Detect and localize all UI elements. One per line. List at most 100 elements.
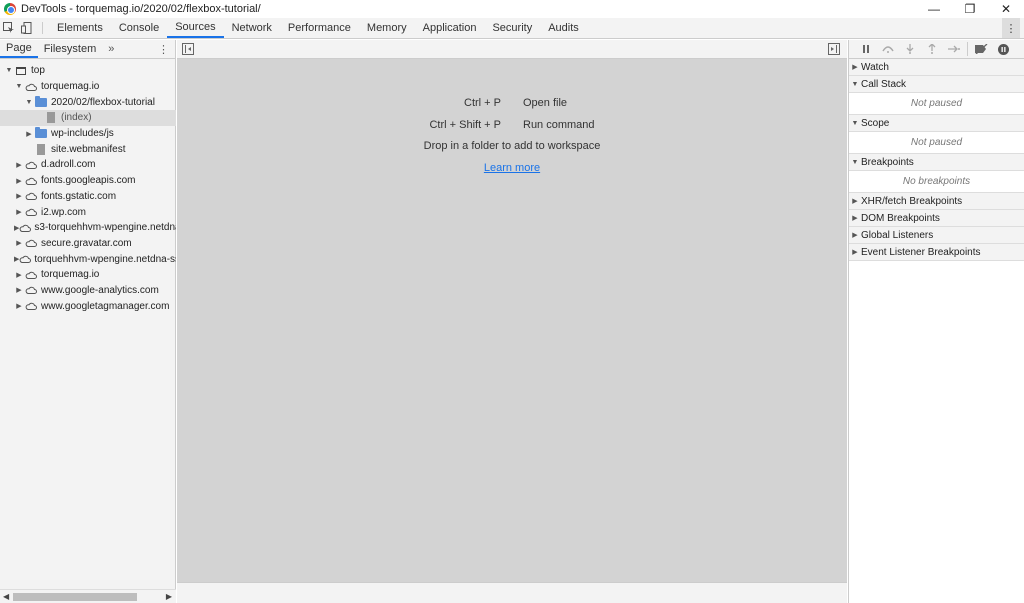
expand-right-icon[interactable]: ▶ xyxy=(14,208,24,216)
tree-item[interactable]: ▶ wp-includes/js xyxy=(0,126,176,142)
tree-item[interactable]: ▶site.webmanifest xyxy=(0,141,176,157)
step-into-icon[interactable] xyxy=(899,40,921,58)
more-tabs-button[interactable]: » xyxy=(102,40,120,58)
expand-right-icon[interactable]: ▶ xyxy=(14,177,24,185)
tree-item[interactable]: ▶(index) xyxy=(0,110,176,126)
scroll-left-icon[interactable]: ◀ xyxy=(3,592,9,601)
step-over-icon[interactable] xyxy=(877,40,899,58)
cloud-icon xyxy=(24,269,38,281)
section-header[interactable]: ▼ Call Stack xyxy=(849,76,1024,93)
tree-item-label: site.webmanifest xyxy=(51,143,126,155)
section-header[interactable]: ▶ Event Listener Breakpoints xyxy=(849,244,1024,261)
tree-item-label: torquehhvm-wpengine.netdna-ss xyxy=(34,253,176,265)
tab-elements[interactable]: Elements xyxy=(49,18,111,38)
toggle-navigator-icon[interactable] xyxy=(182,43,194,55)
cloud-icon xyxy=(24,175,38,187)
pause-on-exceptions-icon[interactable] xyxy=(992,40,1014,58)
window-title: DevTools - torquemag.io/2020/02/flexbox-… xyxy=(21,3,261,15)
section-header[interactable]: ▶ DOM Breakpoints xyxy=(849,210,1024,227)
scroll-right-icon[interactable]: ▶ xyxy=(166,592,172,601)
expand-right-icon[interactable]: ▶ xyxy=(14,161,24,169)
expand-right-icon[interactable]: ▶ xyxy=(849,214,861,222)
editor-area: Ctrl + P Open file Ctrl + Shift + P Run … xyxy=(177,40,847,603)
expand-down-icon[interactable]: ▼ xyxy=(849,81,861,88)
tab-performance[interactable]: Performance xyxy=(280,18,359,38)
expand-down-icon[interactable]: ▼ xyxy=(4,67,14,74)
sources-navigator: Page Filesystem » ⋮ ▼ top ▼ torquemag.io ▼ 20… xyxy=(0,40,176,603)
expand-right-icon[interactable]: ▶ xyxy=(849,231,861,239)
toggle-debugger-icon[interactable] xyxy=(828,43,840,55)
tree-item[interactable]: ▼ torquemag.io xyxy=(0,79,176,95)
tree-item[interactable]: ▶ secure.gravatar.com xyxy=(0,236,176,252)
frame-icon xyxy=(14,65,28,77)
toolbar-divider xyxy=(967,42,968,56)
tree-item-label: (index) xyxy=(61,112,92,124)
shortcut-keys: Ctrl + Shift + P xyxy=(429,119,501,131)
section-header[interactable]: ▶ XHR/fetch Breakpoints xyxy=(849,193,1024,210)
tab-page[interactable]: Page xyxy=(0,40,38,58)
pause-icon[interactable] xyxy=(855,40,877,58)
section-placeholder: Not paused xyxy=(849,93,1024,115)
tree-item[interactable]: ▶ www.googletagmanager.com xyxy=(0,298,176,314)
restore-button[interactable]: ❐ xyxy=(952,0,988,18)
cloud-icon xyxy=(24,206,38,218)
file-icon xyxy=(44,112,58,124)
expand-down-icon[interactable]: ▼ xyxy=(14,83,24,90)
expand-right-icon[interactable]: ▶ xyxy=(14,239,24,247)
tree-item[interactable]: ▶ torquemag.io xyxy=(0,267,176,283)
expand-right-icon[interactable]: ▶ xyxy=(849,248,861,256)
tab-sources[interactable]: Sources xyxy=(167,18,224,38)
cloud-icon xyxy=(24,300,38,312)
expand-right-icon[interactable]: ▶ xyxy=(14,286,24,294)
customize-devtools-icon[interactable]: ⋮ xyxy=(1002,18,1020,38)
tree-item-label: fonts.googleapis.com xyxy=(41,175,136,187)
debugger-sections: ▶ Watch ▼ Call Stack Not paused ▼ Scope Not pau… xyxy=(849,59,1024,261)
tree-item[interactable]: ▶ fonts.googleapis.com xyxy=(0,173,176,189)
tab-memory[interactable]: Memory xyxy=(359,18,415,38)
learn-more-link[interactable]: Learn more xyxy=(177,162,847,174)
section-header[interactable]: ▼ Breakpoints xyxy=(849,154,1024,171)
section-placeholder: Not paused xyxy=(849,132,1024,154)
close-button[interactable]: ✕ xyxy=(988,0,1024,18)
step-icon[interactable] xyxy=(943,40,965,58)
tree-item[interactable]: ▼ top xyxy=(0,63,176,79)
scrollbar-thumb[interactable] xyxy=(13,593,137,601)
step-out-icon[interactable] xyxy=(921,40,943,58)
expand-right-icon[interactable]: ▶ xyxy=(14,302,24,310)
minimize-button[interactable]: — xyxy=(916,0,952,18)
expand-right-icon[interactable]: ▶ xyxy=(24,130,34,138)
section-header[interactable]: ▼ Scope xyxy=(849,115,1024,132)
expand-right-icon[interactable]: ▶ xyxy=(14,192,24,200)
device-toolbar-icon[interactable] xyxy=(18,18,36,38)
tab-application[interactable]: Application xyxy=(415,18,485,38)
tree-item[interactable]: ▶ torquehhvm-wpengine.netdna-ss xyxy=(0,251,176,267)
deactivate-breakpoints-icon[interactable] xyxy=(970,40,992,58)
tree-item[interactable]: ▶ i2.wp.com xyxy=(0,204,176,220)
expand-right-icon[interactable]: ▶ xyxy=(14,271,24,279)
tab-audits[interactable]: Audits xyxy=(540,18,587,38)
cloud-icon xyxy=(24,237,38,249)
expand-down-icon[interactable]: ▼ xyxy=(849,159,861,166)
section-placeholder: No breakpoints xyxy=(849,171,1024,193)
expand-down-icon[interactable]: ▼ xyxy=(24,99,34,106)
tree-item[interactable]: ▶ fonts.gstatic.com xyxy=(0,189,176,205)
expand-right-icon[interactable]: ▶ xyxy=(849,63,861,71)
tab-console[interactable]: Console xyxy=(111,18,167,38)
tree-item[interactable]: ▶ www.google-analytics.com xyxy=(0,283,176,299)
debugger-toolbar xyxy=(849,40,1024,59)
tree-item[interactable]: ▼ 2020/02/flexbox-tutorial xyxy=(0,94,176,110)
expand-right-icon[interactable]: ▶ xyxy=(849,197,861,205)
tree-item[interactable]: ▶ s3-torquehhvm-wpengine.netdna xyxy=(0,220,176,236)
tab-network[interactable]: Network xyxy=(224,18,280,38)
horizontal-scrollbar[interactable]: ◀ ▶ xyxy=(0,589,176,603)
cloud-icon xyxy=(24,159,38,171)
navigator-menu-icon[interactable]: ⋮ xyxy=(158,40,169,58)
tab-filesystem[interactable]: Filesystem xyxy=(38,40,103,58)
section-header[interactable]: ▶ Global Listeners xyxy=(849,227,1024,244)
expand-down-icon[interactable]: ▼ xyxy=(849,120,861,127)
inspect-element-icon[interactable] xyxy=(0,18,18,38)
tree-item[interactable]: ▶ d.adroll.com xyxy=(0,157,176,173)
tab-security[interactable]: Security xyxy=(484,18,540,38)
tree-item-label: fonts.gstatic.com xyxy=(41,190,117,202)
section-header[interactable]: ▶ Watch xyxy=(849,59,1024,76)
